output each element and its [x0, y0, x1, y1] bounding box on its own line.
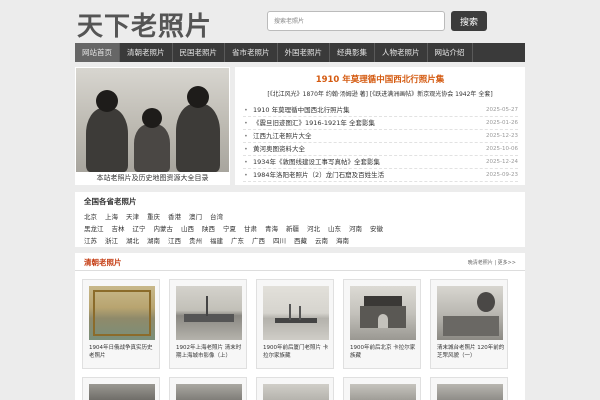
region-link[interactable]: 江西: [168, 235, 181, 245]
nav-provinces[interactable]: 省市老照片: [225, 43, 278, 62]
region-link[interactable]: 陕西: [202, 223, 215, 233]
photo-thumb-icon[interactable]: [89, 384, 155, 400]
region-link[interactable]: 台湾: [210, 211, 223, 221]
regions-row-2: 黑龙江 吉林 辽宁 内蒙古 山西 陕西 宁夏 甘肃 青海 新疆 河北 山东 河南…: [84, 223, 391, 233]
region-link[interactable]: 广西: [252, 235, 265, 245]
card-caption[interactable]: 1902年上海老照片 清末时期上海城市影像（上）: [176, 344, 244, 360]
list-item[interactable]: 《震旦旧迹图汇》1916-1921年 全套影集2025-01-26: [243, 117, 518, 130]
region-link[interactable]: 宁夏: [223, 223, 236, 233]
site-logo[interactable]: 天下老照片: [77, 6, 212, 43]
ship-photo-icon[interactable]: [263, 286, 329, 340]
photo-card[interactable]: 1902年上海老照片 清末时期上海城市影像（上）: [169, 279, 247, 369]
painting-photo-icon[interactable]: [89, 286, 155, 340]
region-link[interactable]: 河北: [307, 223, 320, 233]
list-item[interactable]: 1934年《敦图线建设工事写真帖》全套影集2025-12-24: [243, 156, 518, 169]
nav-people[interactable]: 人物老照片: [375, 43, 428, 62]
photo-card[interactable]: [430, 377, 508, 400]
photo-thumb-icon[interactable]: [350, 384, 416, 400]
region-link[interactable]: 新疆: [286, 223, 299, 233]
region-link[interactable]: 山东: [328, 223, 341, 233]
nav-about[interactable]: 网站介绍: [428, 43, 473, 62]
region-link[interactable]: 甘肃: [244, 223, 257, 233]
photo-card[interactable]: [343, 377, 421, 400]
region-link[interactable]: 安徽: [370, 223, 383, 233]
top-news-title[interactable]: 1910 年莫理循中国西北行照片集: [235, 73, 525, 85]
street-photo-icon[interactable]: [437, 286, 503, 340]
list-item[interactable]: 1984年洛阳老照片（2）龙门石窟及百姓生活2025-09-23: [243, 169, 518, 182]
top-news-subtitle[interactable]: [《北江风光》1870年 约翰·汤姆逊 著] [《跃进满洲画帖》新京观光协会 1…: [235, 89, 525, 98]
region-link[interactable]: 黑龙江: [84, 223, 104, 233]
region-link[interactable]: 贵州: [189, 235, 202, 245]
photo-card[interactable]: 1900年前后厦门老照片 卡拉尔家族藏: [256, 279, 334, 369]
feature-photo[interactable]: [76, 68, 229, 172]
nav-qing[interactable]: 清朝老照片: [120, 43, 173, 62]
search-button[interactable]: 搜索: [451, 11, 487, 31]
regions-row-3: 江苏 浙江 湖北 湖南 江西 贵州 福建 广东 广西 四川 西藏 云南 海南: [84, 235, 357, 245]
nav-home[interactable]: 网站首页: [75, 43, 120, 62]
photo-card[interactable]: [82, 377, 160, 400]
qing-title[interactable]: 清朝老照片: [84, 257, 122, 268]
region-link[interactable]: 西藏: [294, 235, 307, 245]
region-link[interactable]: 青海: [265, 223, 278, 233]
feature-caption[interactable]: 本站老照片及历史地图资源大全目录: [75, 172, 230, 185]
photo-thumb-icon[interactable]: [263, 384, 329, 400]
harbor-photo-icon[interactable]: [176, 286, 242, 340]
photo-card[interactable]: 清末城台老照片 120年前的芝罘风貌（一）: [430, 279, 508, 369]
region-link[interactable]: 内蒙古: [154, 223, 174, 233]
card-caption[interactable]: 1900年前后厦门老照片 卡拉尔家族藏: [263, 344, 331, 360]
card-caption[interactable]: 1904年日俄战争真实历史老照片: [89, 344, 157, 360]
region-link[interactable]: 山西: [181, 223, 194, 233]
photo-thumb-icon[interactable]: [176, 384, 242, 400]
region-link[interactable]: 辽宁: [133, 223, 146, 233]
region-link[interactable]: 浙江: [105, 235, 118, 245]
photo-card[interactable]: [169, 377, 247, 400]
region-link[interactable]: 江苏: [84, 235, 97, 245]
region-link[interactable]: 广东: [231, 235, 244, 245]
top-news: 1910 年莫理循中国西北行照片集 [《北江风光》1870年 约翰·汤姆逊 著]…: [235, 67, 525, 185]
search-input[interactable]: [267, 11, 445, 31]
regions-section: 全国各省老照片 北京 上海 天津 重庆 香港 澳门 台湾 黑龙江 吉林 辽宁 内…: [75, 192, 525, 247]
card-caption[interactable]: 清末城台老照片 120年前的芝罘风貌（一）: [437, 344, 505, 360]
top-news-list: 1910 年莫理循中国西北行照片集2025-05-27 《震旦旧迹图汇》1916…: [243, 104, 518, 182]
qing-section: 清朝老照片 晚清老照片 | 更多>> 1904年日俄战争真实历史老照片 1902…: [75, 253, 525, 400]
region-link[interactable]: 北京: [84, 211, 97, 221]
region-link[interactable]: 河南: [349, 223, 362, 233]
qing-more-link[interactable]: 晚清老照片 | 更多>>: [468, 259, 516, 266]
card-caption[interactable]: 1900年前后北京 卡拉尔家族藏: [350, 344, 418, 360]
photo-card[interactable]: 1904年日俄战争真实历史老照片: [82, 279, 160, 369]
photo-card[interactable]: 1900年前后北京 卡拉尔家族藏: [343, 279, 421, 369]
region-link[interactable]: 天津: [126, 211, 139, 221]
list-item[interactable]: 1910 年莫理循中国西北行照片集2025-05-27: [243, 104, 518, 117]
gate-photo-icon[interactable]: [350, 286, 416, 340]
region-link[interactable]: 香港: [168, 211, 181, 221]
region-link[interactable]: 澳门: [189, 211, 202, 221]
feature-box[interactable]: 本站老照片及历史地图资源大全目录: [75, 67, 230, 185]
list-item[interactable]: 江西九江老照片大全2025-12-23: [243, 130, 518, 143]
top-section: 本站老照片及历史地图资源大全目录 1910 年莫理循中国西北行照片集 [《北江风…: [75, 67, 525, 185]
region-link[interactable]: 四川: [273, 235, 286, 245]
region-link[interactable]: 云南: [315, 235, 328, 245]
region-link[interactable]: 湖南: [147, 235, 160, 245]
region-link[interactable]: 上海: [105, 211, 118, 221]
regions-row-1: 北京 上海 天津 重庆 香港 澳门 台湾: [84, 211, 231, 221]
photo-card[interactable]: [256, 377, 334, 400]
main-nav: 网站首页 清朝老照片 民国老照片 省市老照片 外国老照片 经典影集 人物老照片 …: [75, 43, 525, 62]
region-link[interactable]: 海南: [336, 235, 349, 245]
site-header: 天下老照片 搜索: [75, 0, 525, 42]
region-link[interactable]: 湖北: [126, 235, 139, 245]
list-item[interactable]: 黄河奥图资料大全2025-10-06: [243, 143, 518, 156]
region-link[interactable]: 福建: [210, 235, 223, 245]
region-link[interactable]: 重庆: [147, 211, 160, 221]
qing-header: 清朝老照片 晚清老照片 | 更多>>: [75, 253, 525, 271]
region-link[interactable]: 吉林: [112, 223, 125, 233]
nav-foreign[interactable]: 外国老照片: [278, 43, 330, 62]
photo-thumb-icon[interactable]: [437, 384, 503, 400]
nav-albums[interactable]: 经典影集: [330, 43, 375, 62]
regions-title: 全国各省老照片: [84, 197, 137, 206]
nav-minguo[interactable]: 民国老照片: [173, 43, 225, 62]
